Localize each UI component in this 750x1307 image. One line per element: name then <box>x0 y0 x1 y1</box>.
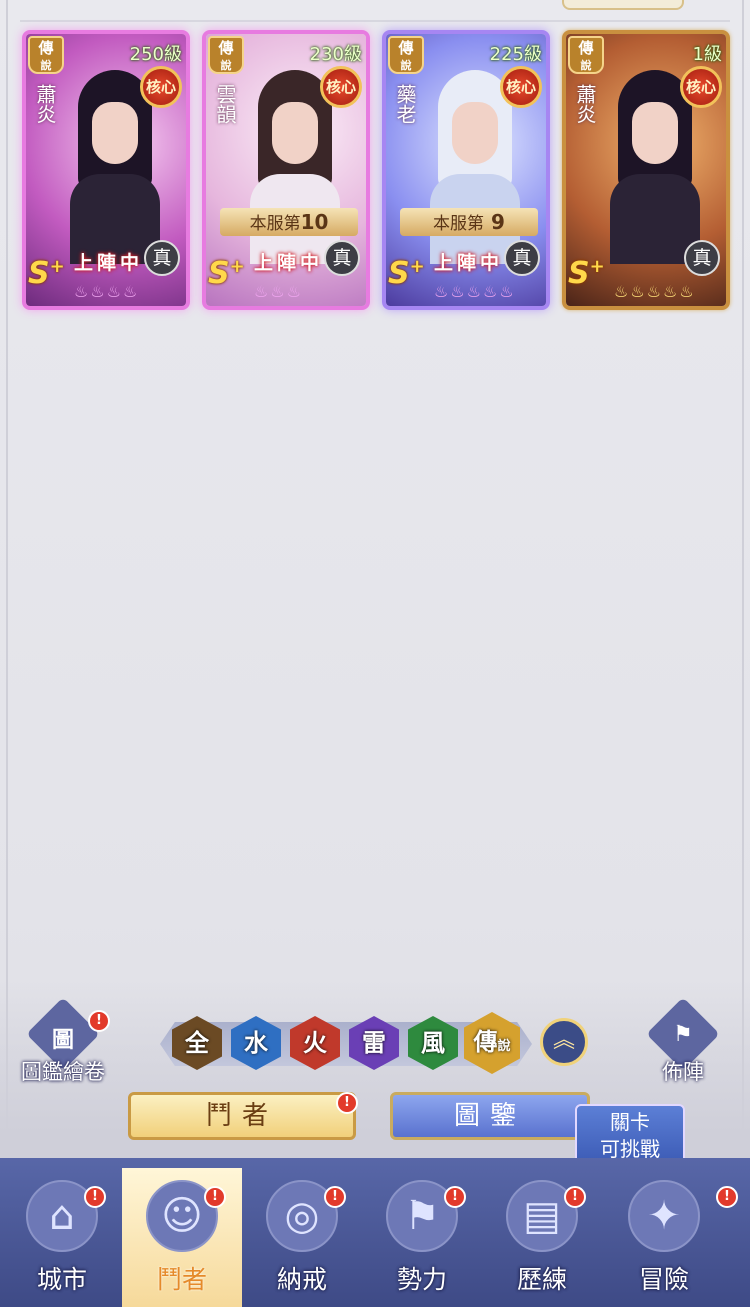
hero-name: 雲韻 <box>213 84 237 124</box>
core-badge: 核心 <box>320 66 362 108</box>
formation-button[interactable]: ⚑ 佈陣 <box>628 997 738 1090</box>
star-row: ♨♨♨♨♨ <box>614 282 696 301</box>
alert-badge: ! <box>88 1010 110 1032</box>
hero-level: 225級 <box>489 44 542 65</box>
deployed-label: 上陣中 <box>434 252 504 274</box>
codex-tab-button[interactable]: 圖鑒 <box>390 1092 590 1140</box>
nav-label: 冒險 <box>638 1265 689 1294</box>
codex-scroll-label: 圖鑑繪卷 <box>21 1060 105 1084</box>
top-divider <box>20 20 730 22</box>
alert-badge: ! <box>84 1186 106 1208</box>
nav-city[interactable]: ⌂ 城市 ! <box>2 1168 122 1307</box>
grade-badge: S+ <box>388 256 425 291</box>
star-row: ♨♨♨♨ <box>74 282 140 301</box>
nav-label: 勢力 <box>396 1265 447 1294</box>
deployed-label: 上陣中 <box>254 252 324 274</box>
server-rank-banner: 本服第10 <box>220 208 358 236</box>
formation-label: 佈陣 <box>662 1060 704 1084</box>
hero-level: 250級 <box>129 44 182 65</box>
codex-scroll-button[interactable]: 圖 圖鑑繪卷 ! <box>8 997 118 1090</box>
rarity-badge: 傳說 <box>208 36 244 74</box>
rarity-badge: 傳說 <box>568 36 604 74</box>
hero-name: 蕭炎 <box>33 84 57 124</box>
nav-ring[interactable]: ◎ 納戒 ! <box>242 1168 362 1307</box>
hero-level: 230級 <box>309 44 362 65</box>
rarity-badge: 傳說 <box>388 36 424 74</box>
alert-badge: ! <box>204 1186 226 1208</box>
nav-training[interactable]: ▤ 歷練 ! <box>482 1168 602 1307</box>
true-badge: 真 <box>684 240 720 276</box>
nav-label: 鬥者 <box>156 1265 207 1294</box>
stage-challenge-tooltip: 關卡 可挑戰 <box>575 1104 685 1166</box>
true-badge: 真 <box>324 240 360 276</box>
rarity-badge: 傳說 <box>28 36 64 74</box>
hero-level: 1級 <box>692 44 722 65</box>
true-badge: 真 <box>504 240 540 276</box>
star-row: ♨♨♨ <box>254 282 304 301</box>
nav-fighters[interactable]: ☺ 鬥者 ! <box>122 1168 242 1307</box>
alert-badge: ! <box>564 1186 586 1208</box>
nav-adventure[interactable]: ✦ 冒險 ! <box>604 1168 738 1307</box>
top-tab-edge <box>562 0 684 10</box>
deployed-label: 上陣中 <box>74 252 144 274</box>
flag-icon-glyph: ⚑ <box>673 1022 693 1047</box>
core-badge: 核心 <box>140 66 182 108</box>
grade-badge: S+ <box>568 256 605 291</box>
core-badge: 核心 <box>500 66 542 108</box>
hero-card-2[interactable]: 傳說 230級 核心 雲韻 本服第10 上陣中 S+ 真 ♨♨♨ <box>202 30 370 310</box>
nav-label: 城市 <box>36 1265 87 1294</box>
alert-badge: ! <box>444 1186 466 1208</box>
star-row: ♨♨♨♨♨ <box>434 282 516 301</box>
fighters-tab-button[interactable]: 鬥者 <box>128 1092 356 1140</box>
sword-icon: ✦ <box>628 1180 700 1252</box>
server-rank-banner: 本服第 9 <box>400 208 538 236</box>
hero-name: 藥老 <box>393 84 417 124</box>
hero-name: 蕭炎 <box>573 84 597 124</box>
hero-card-3[interactable]: 傳說 225級 核心 藥老 本服第 9 上陣中 S+ 真 ♨♨♨♨♨ <box>382 30 550 310</box>
true-badge: 真 <box>144 240 180 276</box>
nav-faction[interactable]: ⚑ 勢力 ! <box>362 1168 482 1307</box>
core-badge: 核心 <box>680 66 722 108</box>
grade-badge: S+ <box>28 256 65 291</box>
nav-label: 納戒 <box>276 1265 327 1294</box>
nav-label: 歷練 <box>516 1265 567 1294</box>
alert-badge: ! <box>336 1092 358 1114</box>
hero-card-4[interactable]: 傳說 1級 核心 蕭炎 S+ 真 ♨♨♨♨♨ <box>562 30 730 310</box>
hero-card-1[interactable]: 傳說 250級 核心 蕭炎 上陣中 S+ 真 ♨♨♨♨ <box>22 30 190 310</box>
alert-badge: ! <box>716 1186 738 1208</box>
alert-badge: ! <box>324 1186 346 1208</box>
grade-badge: S+ <box>208 256 245 291</box>
collapse-chevron-icon[interactable]: ︽ <box>540 1018 588 1066</box>
